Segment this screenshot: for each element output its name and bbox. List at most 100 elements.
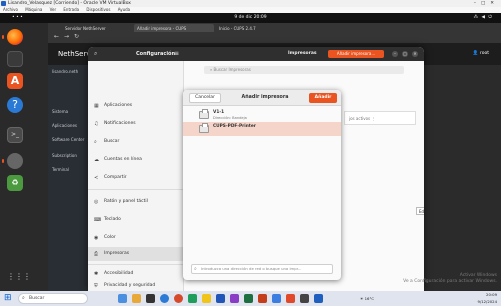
- search-icon: ⌕: [94, 139, 97, 145]
- printer-icon: [199, 123, 209, 133]
- vbox-menu-archivo[interactable]: Archivo: [3, 7, 18, 12]
- help-icon[interactable]: ?: [7, 97, 23, 113]
- files-icon[interactable]: [7, 51, 23, 67]
- share-icon: ≺: [94, 175, 99, 181]
- forward-arrow-icon[interactable]: →: [64, 33, 69, 40]
- sidebar-item-label: Ratón y panel táctil: [104, 199, 148, 204]
- gnome-clock[interactable]: 9 de dic 20:09: [0, 13, 501, 23]
- taskbar-app-icon[interactable]: [314, 294, 323, 303]
- reload-icon[interactable]: ↻: [74, 33, 79, 40]
- nethserver-nav-software-center[interactable]: Software Center: [52, 137, 84, 142]
- sidebar-item-cuentas[interactable]: ☁ Cuentas en línea: [88, 153, 184, 167]
- nethserver-nav-aplicaciones[interactable]: Aplicaciones: [52, 123, 77, 128]
- sidebar-item-notificaciones[interactable]: ♫ Notificaciones: [88, 117, 184, 131]
- vbox-menu-maquina[interactable]: Máquina: [25, 7, 42, 12]
- section-title: Impresoras: [288, 51, 317, 56]
- sidebar-item-label: Cuentas en línea: [104, 157, 142, 162]
- search-icon[interactable]: ⌕: [94, 50, 97, 58]
- browser-tabs: Servidor NethServer Añadir impresora - C…: [48, 23, 501, 32]
- sidebar-item-teclado[interactable]: ⌨ Teclado: [88, 213, 184, 227]
- taskbar-app-icon[interactable]: [146, 294, 155, 303]
- browser-tab[interactable]: Inicio - CUPS 2.4.7: [216, 24, 292, 32]
- app-center-icon[interactable]: A: [7, 73, 23, 89]
- minimize-icon[interactable]: –: [392, 51, 398, 57]
- search-icon: ⌕: [22, 295, 25, 301]
- vbox-menu-ver[interactable]: Ver: [50, 7, 57, 12]
- user-menu[interactable]: 👤 root: [473, 43, 489, 65]
- printer-search-input[interactable]: ⌕ Buscar Impresoras: [204, 66, 404, 74]
- search-icon: ⌕: [194, 266, 197, 272]
- printer-list-item[interactable]: CUPS-PDF-Printer: [183, 122, 341, 136]
- tab-label: Inicio - CUPS 2.4.7: [219, 26, 256, 31]
- sidebar-item-color[interactable]: ◉ Color: [88, 231, 184, 245]
- close-icon[interactable]: ✕: [412, 51, 418, 57]
- vbox-menu-ayuda[interactable]: Ayuda: [118, 7, 130, 12]
- vbox-window-buttons[interactable]: –□✕: [474, 0, 499, 7]
- taskbar-app-icon[interactable]: [300, 294, 309, 303]
- mouse-icon: ◎: [94, 199, 99, 205]
- nethserver-nav-terminal[interactable]: Terminal: [52, 167, 69, 172]
- taskbar-search-label: Buscar: [29, 296, 45, 301]
- vbox-titlebar: Lisandro_Velasquez [Corriendo] - Oracle …: [0, 0, 501, 7]
- sidebar-item-raton[interactable]: ◎ Ratón y panel táctil: [88, 195, 184, 209]
- printer-card[interactable]: jos activos ⋮: [344, 111, 416, 125]
- tab-label: Añadir impresora - CUPS: [137, 26, 187, 31]
- sidebar-item-label: Aplicaciones: [104, 103, 133, 108]
- taskbar-app-icon[interactable]: [286, 294, 295, 303]
- maximize-icon[interactable]: □: [402, 51, 408, 57]
- firefox-icon[interactable]: [2, 29, 23, 45]
- sidebar-item-compartir[interactable]: ≺ Compartir: [88, 171, 184, 185]
- sidebar-item-label: Notificaciones: [104, 121, 136, 126]
- vbox-menu-entrada[interactable]: Entrada: [63, 7, 79, 12]
- sidebar-item-privacidad[interactable]: ⛨ Privacidad y seguridad: [88, 279, 184, 291]
- taskbar-app-icon[interactable]: [230, 294, 239, 303]
- taskbar-app-icon[interactable]: [202, 294, 211, 303]
- printer-list-item[interactable]: V1-1 Dirección: Bandeja: [183, 108, 341, 122]
- sidebar-item-aplicaciones[interactable]: ▦ Aplicaciones: [88, 99, 184, 113]
- taskbar-weather[interactable]: ☀ 16°C: [360, 291, 374, 306]
- vbox-menu-dispositivos[interactable]: Dispositivos: [86, 7, 110, 12]
- nethserver-nav-subscription[interactable]: Subscription: [52, 153, 77, 158]
- nethserver-host-item[interactable]: lisandro.neth: [52, 69, 78, 74]
- back-arrow-icon[interactable]: ←: [54, 33, 59, 40]
- cancel-button[interactable]: Cancelar: [189, 93, 221, 103]
- taskbar-search[interactable]: ⌕ Buscar: [18, 293, 88, 304]
- windows-start-icon[interactable]: ⊞: [4, 294, 13, 303]
- sidebar-item-label: Privacidad y seguridad: [104, 283, 156, 288]
- apps-icon: ▦: [94, 103, 99, 109]
- terminal-icon[interactable]: >_: [7, 127, 23, 143]
- taskbar-time: 20:09: [486, 292, 497, 297]
- network-address-search-input[interactable]: ⌕ Introduzca una dirección de red o busq…: [191, 264, 333, 274]
- trash-icon[interactable]: ♻: [7, 175, 23, 191]
- settings-gear-icon[interactable]: [2, 153, 23, 169]
- sidebar-item-impresoras[interactable]: ⎙ Impresoras: [88, 247, 184, 261]
- edit-button[interactable]: Editar: [416, 207, 424, 215]
- show-apps-icon[interactable]: ⋮⋮⋮: [7, 269, 31, 285]
- add-printer-button[interactable]: Añadir impresora...: [328, 50, 384, 58]
- color-icon: ◉: [94, 235, 99, 241]
- taskbar-app-icon[interactable]: [216, 294, 225, 303]
- taskbar-app-icon[interactable]: [118, 294, 127, 303]
- taskbar-app-icon[interactable]: [132, 294, 141, 303]
- taskbar-app-icon[interactable]: [188, 294, 197, 303]
- sidebar-divider: [88, 189, 184, 190]
- dialog-header: Cancelar Añadir impresora Añadir: [183, 90, 341, 106]
- tab-label: Servidor NethServer: [65, 26, 106, 31]
- browser-tab[interactable]: Añadir impresora - CUPS: [134, 24, 214, 32]
- taskbar-app-icon[interactable]: [160, 294, 169, 303]
- guest-screen: • • • 9 de dic 20:09 ⁂ ◀ ⏻ A ? >_ ♻ ⋮⋮⋮ …: [0, 13, 501, 291]
- hamburger-menu-icon[interactable]: ≡: [174, 47, 179, 61]
- taskbar-app-icon[interactable]: [174, 294, 183, 303]
- add-button[interactable]: Añadir: [309, 93, 337, 103]
- windows-taskbar: ⊞ ⌕ Buscar ☀ 16°C 20:09 9/12/2024: [0, 291, 501, 306]
- system-tray-icons[interactable]: ⁂ ◀ ⏻: [474, 13, 493, 23]
- taskbar-date: 9/12/2024: [477, 299, 497, 304]
- browser-tab[interactable]: Servidor NethServer: [62, 24, 132, 32]
- sidebar-item-buscar[interactable]: ⌕ Buscar: [88, 135, 184, 149]
- taskbar-clock[interactable]: 20:09 9/12/2024: [478, 291, 497, 305]
- nethserver-nav-sistema[interactable]: Sistema: [52, 109, 68, 114]
- taskbar-app-icon[interactable]: [258, 294, 267, 303]
- taskbar-app-icon[interactable]: [272, 294, 281, 303]
- vbox-title-text: Lisandro_Velasquez [Corriendo] - Oracle …: [8, 1, 131, 6]
- taskbar-app-icon[interactable]: [244, 294, 253, 303]
